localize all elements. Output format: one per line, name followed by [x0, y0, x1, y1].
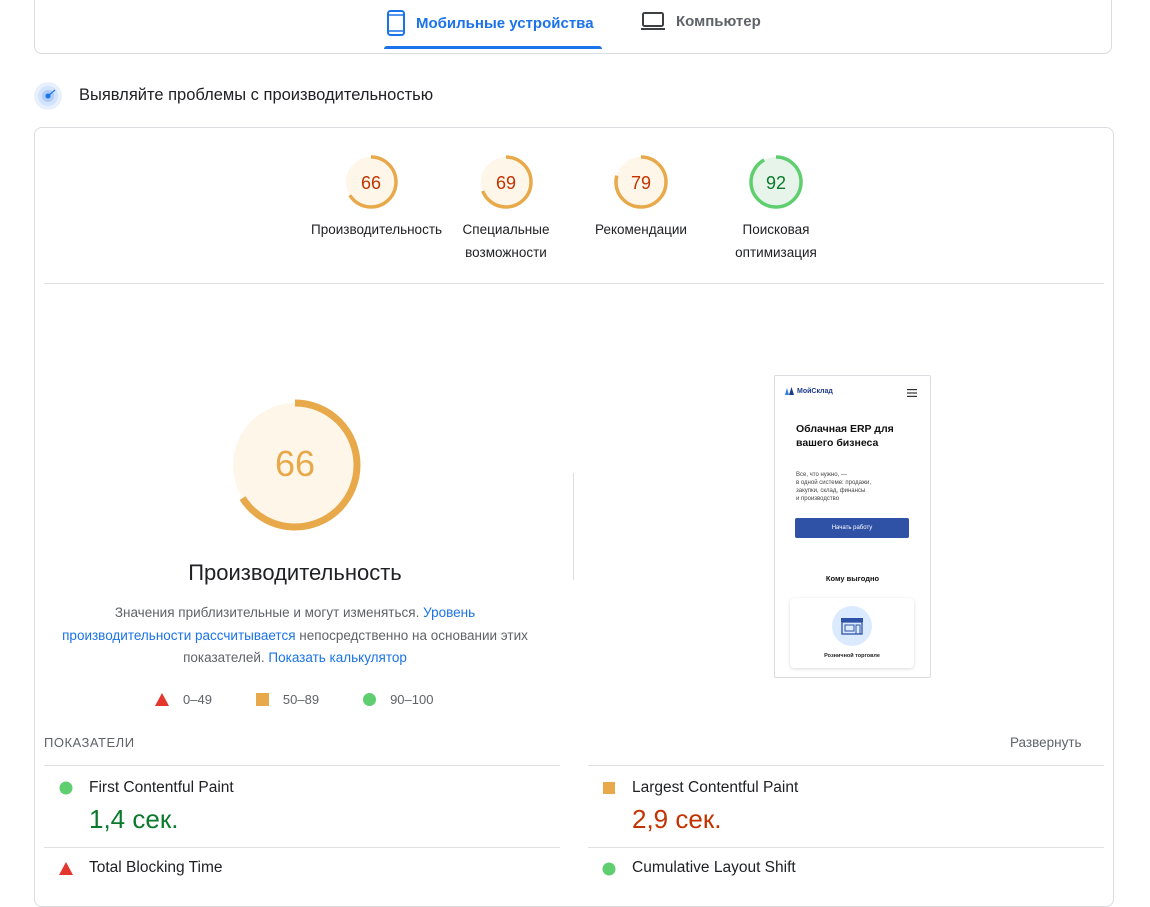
legend-item-average: 50–89: [255, 692, 320, 707]
fail-status-icon: [59, 862, 73, 875]
divider: [44, 283, 1104, 284]
performance-title: Производительность: [188, 560, 402, 585]
score-gauge[interactable]: 79 Рекомендации: [581, 154, 701, 241]
calculator-link[interactable]: Показать калькулятор: [268, 650, 407, 665]
score-gauge-ring: 79: [614, 155, 668, 209]
tab-mobile[interactable]: Мобильные устройства: [386, 10, 594, 36]
score-gauge[interactable]: 92 Поисковая оптимизация: [716, 154, 836, 264]
vertical-divider: [573, 473, 574, 580]
preview-card-label: Розничной торговле: [824, 653, 880, 659]
preview-text-line: закупки, склад, финансы: [796, 488, 866, 494]
good-status-icon: [602, 862, 616, 876]
gauge-score: 66: [275, 443, 315, 484]
metric-value-fcp: 1,4 сек.: [89, 804, 179, 834]
tab-mobile-label: Мобильные устройства: [416, 14, 594, 32]
hamburger-menu-icon: [907, 389, 917, 397]
desc-text-1: Значения приблизительные и могут изменят…: [114, 605, 420, 620]
moysklad-logo-icon: [785, 387, 794, 395]
gauge-score: 66: [361, 173, 381, 193]
circle-icon: [363, 693, 377, 706]
metric-divider: [44, 765, 560, 766]
metric-divider: [44, 847, 560, 848]
legend-range: 50–89: [282, 692, 320, 707]
radar-icon: [34, 82, 62, 110]
preview-subheading: Кому выгодно: [825, 574, 880, 583]
preview-heading: Облачная ERP для вашего бизнеса: [796, 423, 894, 449]
legend-item-fail: 0–49: [155, 692, 212, 707]
preview-text-line: и производство: [796, 496, 840, 502]
score-gauge-label: Поисковая оптимизация: [716, 218, 836, 264]
preview-card: Розничной торговле: [790, 598, 914, 668]
section-title: Выявляйте проблемы с производительностью: [79, 86, 434, 104]
metric-value-lcp: 2,9 сек.: [632, 804, 722, 834]
score-gauge-label-line: Рекомендации: [595, 222, 687, 237]
metric-divider: [588, 765, 1104, 766]
preview-logo: МойСклад: [785, 387, 833, 395]
score-gauge-ring: 66: [344, 155, 398, 209]
laptop-icon: [641, 12, 665, 30]
score-gauge-label: Рекомендации: [581, 218, 701, 241]
score-gauge[interactable]: 66 Производительность: [311, 154, 443, 241]
average-status-icon: [603, 782, 615, 794]
score-legend: 0–49 50–89 90–100: [155, 692, 477, 707]
score-gauge-label: Специальные возможности: [446, 218, 566, 264]
tab-desktop[interactable]: Компьютер: [640, 10, 761, 32]
active-tab-indicator: [384, 46, 602, 49]
metrics-heading: ПОКАЗАТЕЛИ: [44, 735, 135, 750]
tab-desktop-label: Компьютер: [676, 12, 761, 30]
score-gauge-ring: 92: [749, 155, 803, 209]
preview-card-image: [832, 606, 872, 646]
metric-name-fcp: First Contentful Paint: [89, 779, 234, 796]
score-gauge-label-line: Производительность: [311, 222, 443, 237]
score-gauge-ring: 69: [479, 155, 533, 209]
store-icon: [841, 618, 863, 635]
gauge-score: 92: [766, 173, 786, 193]
metric-name-tbt: Total Blocking Time: [89, 859, 223, 876]
metric-name-lcp: Largest Contentful Paint: [632, 779, 799, 796]
gauge-score: 79: [631, 173, 651, 193]
performance-gauge-large: 66: [229, 399, 361, 531]
square-icon: [255, 693, 269, 706]
score-gauge-label-line: Специальные: [462, 222, 550, 237]
performance-description: Значения приблизительные и могут изменят…: [60, 602, 530, 670]
preview-logo-text: МойСклад: [797, 387, 833, 395]
good-status-icon: [59, 781, 73, 795]
legend-range: 90–100: [390, 692, 434, 707]
preview-text-line: в одной системе: продажи,: [796, 480, 872, 486]
score-gauge-label-line: оптимизация: [735, 245, 817, 260]
score-gauge-label-line: Поисковая: [742, 222, 810, 237]
page-screenshot-preview: МойСклад Облачная ERP для вашего бизнеса…: [774, 375, 931, 678]
legend-item-good: 90–100: [363, 692, 433, 707]
gauge-score: 69: [496, 173, 516, 193]
expand-metrics-button[interactable]: Развернуть: [1010, 735, 1082, 750]
score-gauge-label-line: возможности: [465, 245, 547, 260]
metric-name-cls: Cumulative Layout Shift: [632, 859, 796, 876]
metric-divider: [588, 847, 1104, 848]
preview-text: Все, что нужно, — в одной системе: прода…: [796, 471, 906, 503]
triangle-icon: [155, 693, 169, 706]
score-gauge-label: Производительность: [311, 218, 443, 241]
score-gauge[interactable]: 69 Специальные возможности: [446, 154, 566, 264]
preview-text-line: Все, что нужно, —: [796, 472, 847, 478]
preview-cta-button: Начать работу: [795, 518, 909, 538]
legend-range: 0–49: [183, 692, 212, 707]
phone-icon: [387, 10, 405, 36]
